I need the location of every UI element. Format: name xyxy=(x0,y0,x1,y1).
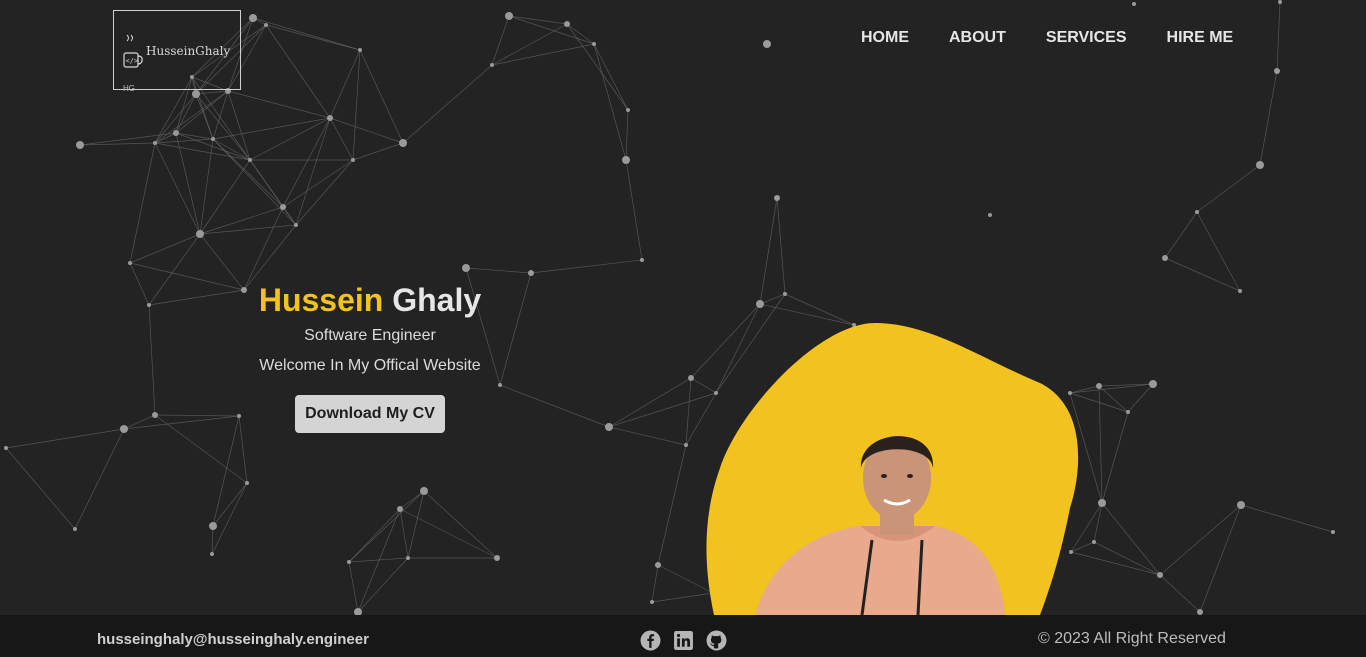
facebook-icon[interactable] xyxy=(640,630,661,651)
download-cv-button[interactable]: Download My CV xyxy=(295,395,445,433)
logo-text: HusseinGhaly xyxy=(146,44,231,58)
profile-portrait xyxy=(706,323,1079,615)
hero-first-name: Hussein xyxy=(258,282,384,318)
main-nav: HOME ABOUT SERVICES HIRE ME xyxy=(861,29,1233,47)
footer-email[interactable]: husseinghaly@husseinghaly.engineer xyxy=(97,631,369,648)
hero-last-name: Ghaly xyxy=(392,282,482,318)
linkedin-icon[interactable] xyxy=(673,630,694,651)
coffee-code-icon: </> xyxy=(123,34,143,68)
nav-home[interactable]: HOME xyxy=(861,29,909,47)
site-logo[interactable]: </> HusseinGhaly HG xyxy=(113,10,241,93)
logo-mini-mark: HG xyxy=(123,84,135,93)
hero-title: Hussein Ghaly xyxy=(220,282,520,319)
hero-section: Hussein Ghaly Software Engineer Welcome … xyxy=(220,282,520,433)
nav-hire-me[interactable]: HIRE ME xyxy=(1167,29,1234,47)
svg-text:</>: </> xyxy=(126,57,139,65)
social-links xyxy=(640,630,727,651)
particle-network-background xyxy=(4,0,1335,615)
hero-role: Software Engineer xyxy=(304,327,436,344)
footer-copyright: © 2023 All Right Reserved xyxy=(1038,630,1226,647)
nav-services[interactable]: SERVICES xyxy=(1046,29,1127,47)
nav-about[interactable]: ABOUT xyxy=(949,29,1006,47)
github-icon[interactable] xyxy=(706,630,727,651)
hero-welcome: Welcome In My Offical Website xyxy=(259,357,481,374)
site-footer: husseinghaly@husseinghaly.engineer © 202… xyxy=(0,615,1366,657)
